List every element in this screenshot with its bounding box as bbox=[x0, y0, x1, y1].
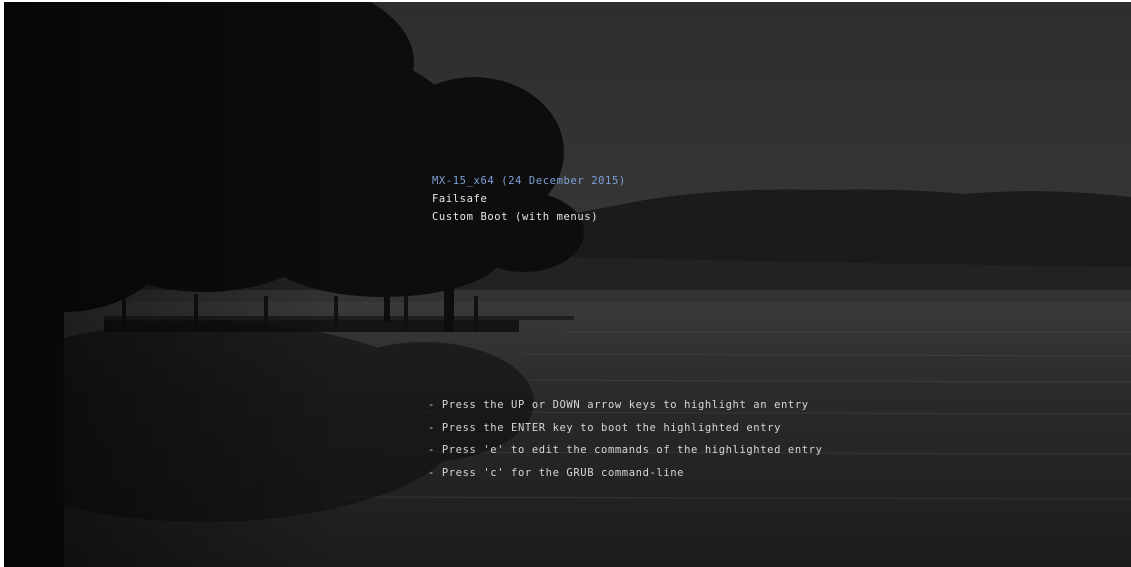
help-instructions: - Press the UP or DOWN arrow keys to hig… bbox=[428, 394, 823, 485]
help-line-boot: - Press the ENTER key to boot the highli… bbox=[428, 421, 781, 434]
help-line-command-line: - Press 'c' for the GRUB command-line bbox=[428, 467, 685, 480]
grub-boot-screen: MX-15_x64 (24 December 2015) Failsafe Cu… bbox=[4, 2, 1131, 567]
boot-entry-custom-boot[interactable]: Custom Boot (with menus) bbox=[432, 208, 626, 226]
boot-menu: MX-15_x64 (24 December 2015) Failsafe Cu… bbox=[432, 172, 626, 226]
help-line-navigate: - Press the UP or DOWN arrow keys to hig… bbox=[428, 399, 809, 411]
help-line-edit: - Press 'e' to edit the commands of the … bbox=[428, 444, 823, 457]
boot-entry-failsafe[interactable]: Failsafe bbox=[432, 190, 626, 208]
boot-entry-mx15[interactable]: MX-15_x64 (24 December 2015) bbox=[432, 172, 626, 190]
